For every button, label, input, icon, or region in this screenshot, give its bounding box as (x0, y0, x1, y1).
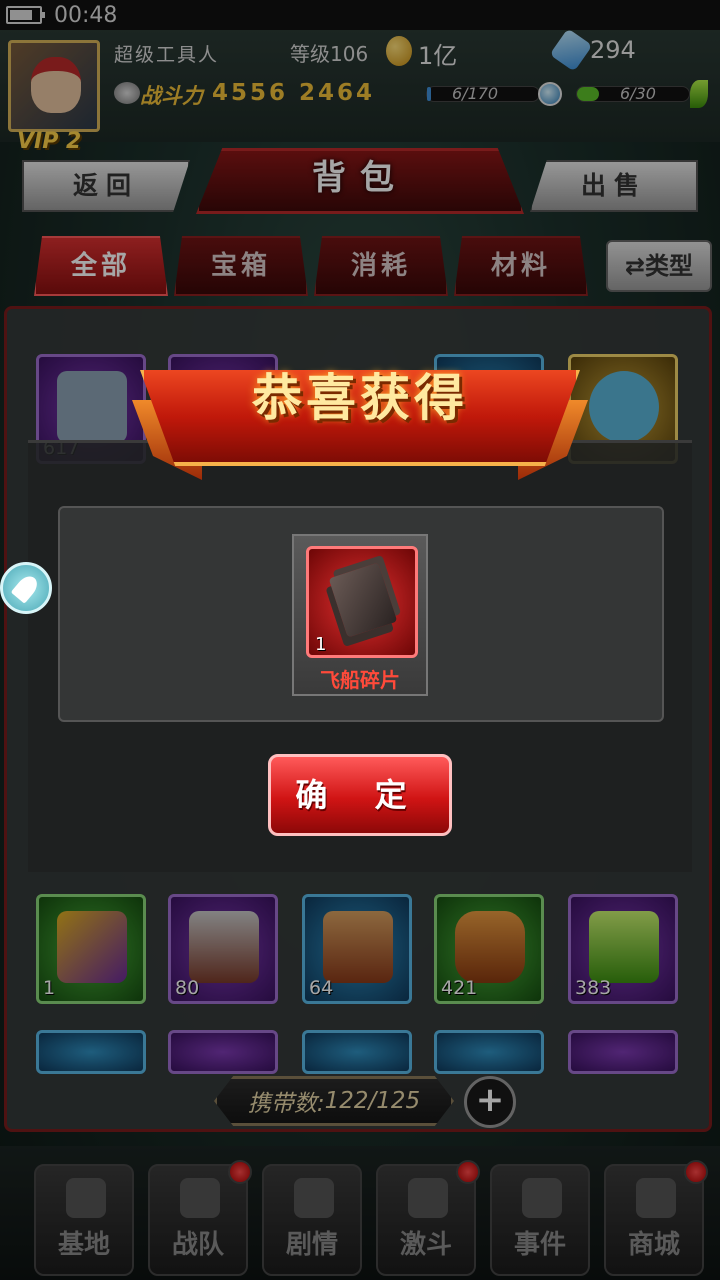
confirm-button[interactable]: 确 定 (268, 754, 452, 836)
reward-item-card[interactable]: 1 飞船碎片 (292, 534, 428, 696)
reward-title: 恭喜获得 (252, 369, 468, 427)
reward-item-count: 1 (315, 634, 327, 655)
reward-item-slot: 1 (306, 546, 418, 658)
reward-item-name: 飞船碎片 (320, 668, 400, 692)
rocket-icon (10, 572, 42, 604)
game-screen: 00:48 VIP 2 超级工具人 等级106 1亿 294 战斗力 4556 … (0, 0, 720, 1280)
ship-fragment-icon (328, 562, 398, 638)
floating-rocket-button[interactable] (0, 562, 52, 614)
